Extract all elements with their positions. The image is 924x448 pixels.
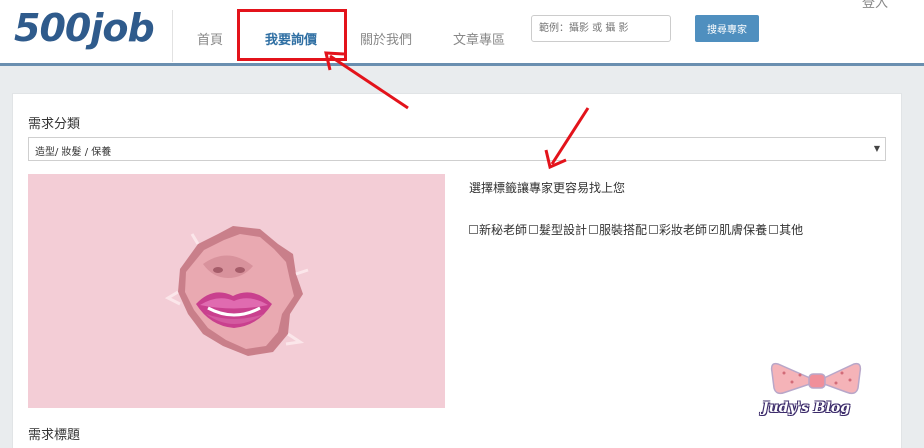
- annotation-highlight-box: [237, 9, 347, 61]
- bow-icon: [770, 362, 862, 395]
- tag-option[interactable]: 彩妝老師: [649, 221, 707, 238]
- tag-option[interactable]: 其他: [769, 221, 803, 238]
- tag-option[interactable]: 服裝搭配: [589, 221, 647, 238]
- nav-about-us[interactable]: 關於我們: [360, 29, 412, 48]
- category-selected-value: 造型/ 妝髮 / 保養: [35, 147, 112, 158]
- tag-label: 彩妝老師: [659, 223, 708, 237]
- top-header: 500job 首頁 我要詢價 關於我們 文章專區 搜尋專家 登入: [0, 0, 924, 66]
- tag-option[interactable]: 髮型設計: [529, 221, 587, 238]
- tag-label: 其他: [779, 223, 804, 237]
- request-title-label: 需求標題: [28, 428, 81, 443]
- header-divider: [172, 10, 173, 62]
- login-link[interactable]: 登入: [862, 0, 888, 11]
- tag-option[interactable]: 新秘老師: [469, 221, 527, 238]
- tag-label: 新秘老師: [479, 223, 528, 237]
- category-label: 需求分類: [28, 117, 81, 132]
- category-select[interactable]: 造型/ 妝髮 / 保養 ▼: [28, 137, 886, 161]
- tag-label: 服裝搭配: [599, 223, 648, 237]
- search-expert-button[interactable]: 搜尋專家: [695, 15, 759, 42]
- lips-photo: [28, 174, 445, 408]
- tag-prompt-text: 選擇標籤讓專家更容易找上您: [469, 181, 626, 195]
- tag-option[interactable]: ✓ 肌膚保養: [709, 221, 767, 238]
- search-input[interactable]: [531, 15, 671, 42]
- nav-home[interactable]: 首頁: [197, 29, 223, 48]
- tag-label: 肌膚保養: [719, 223, 768, 237]
- checkbox-checked[interactable]: ✓: [709, 225, 719, 235]
- watermark-text: Judy's Blog: [762, 400, 851, 416]
- dropdown-arrow-icon: ▼: [873, 144, 880, 153]
- checkbox[interactable]: [529, 225, 539, 234]
- tag-label: 髮型設計: [539, 223, 588, 237]
- checkbox[interactable]: [589, 225, 599, 234]
- checkbox[interactable]: [469, 225, 478, 234]
- checkbox[interactable]: [769, 225, 779, 234]
- site-logo[interactable]: 500job: [14, 6, 155, 50]
- checkbox[interactable]: [649, 225, 659, 234]
- nav-articles[interactable]: 文章專區: [453, 29, 505, 48]
- tag-checkbox-group: 新秘老師 髮型設計 服裝搭配 彩妝老師 ✓ 肌膚保養 其他: [469, 221, 805, 238]
- lips-illustration: [28, 174, 445, 408]
